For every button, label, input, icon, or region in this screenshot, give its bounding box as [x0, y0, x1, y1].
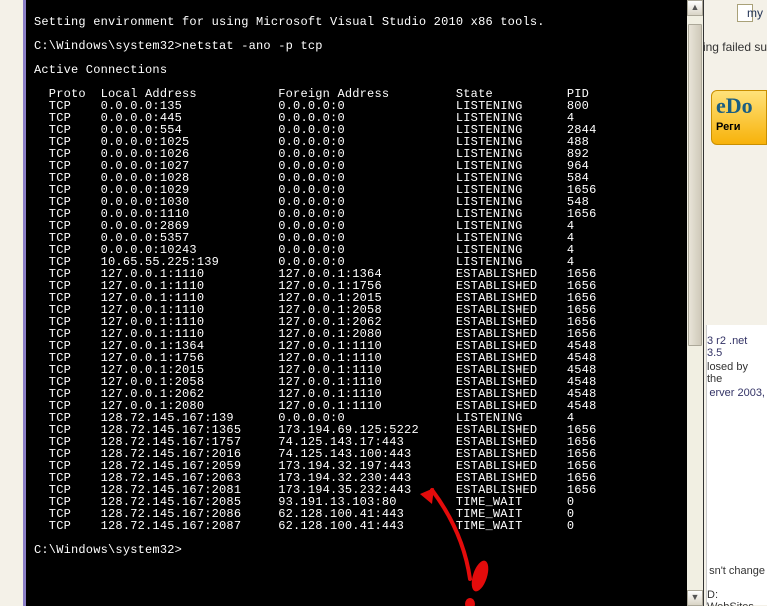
scrollbar-vertical[interactable]: ▲ ▼ [687, 0, 703, 606]
scroll-up-button[interactable]: ▲ [687, 0, 703, 16]
scroll-down-button[interactable]: ▼ [687, 590, 703, 606]
related-link-1[interactable]: 3 r2 .net 3.5 [707, 335, 765, 359]
related-text-2: losed by the [707, 361, 765, 385]
edoc-badge[interactable]: eDo Реги [711, 90, 767, 145]
edoc-sub: Реги [716, 121, 762, 133]
scroll-thumb[interactable] [688, 24, 702, 346]
page-root: my ing failed su eDo Реги 3 r2 .net 3.5 … [0, 0, 767, 606]
related-text-4: sn't change [709, 565, 765, 577]
edoc-title: eDo [716, 95, 762, 117]
related-link-3[interactable]: erver 2003, [709, 387, 765, 399]
scroll-track[interactable] [687, 16, 703, 590]
cmd-output[interactable]: Setting environment for using Microsoft … [34, 16, 685, 594]
cmd-window[interactable]: Setting environment for using Microsoft … [23, 0, 704, 606]
bg-snippet-failed: ing failed su [703, 40, 767, 54]
related-panel: 3 r2 .net 3.5 losed by the erver 2003, s… [706, 325, 767, 605]
related-text-5: D: WebSites [707, 589, 765, 606]
bg-filename: my [747, 6, 763, 20]
